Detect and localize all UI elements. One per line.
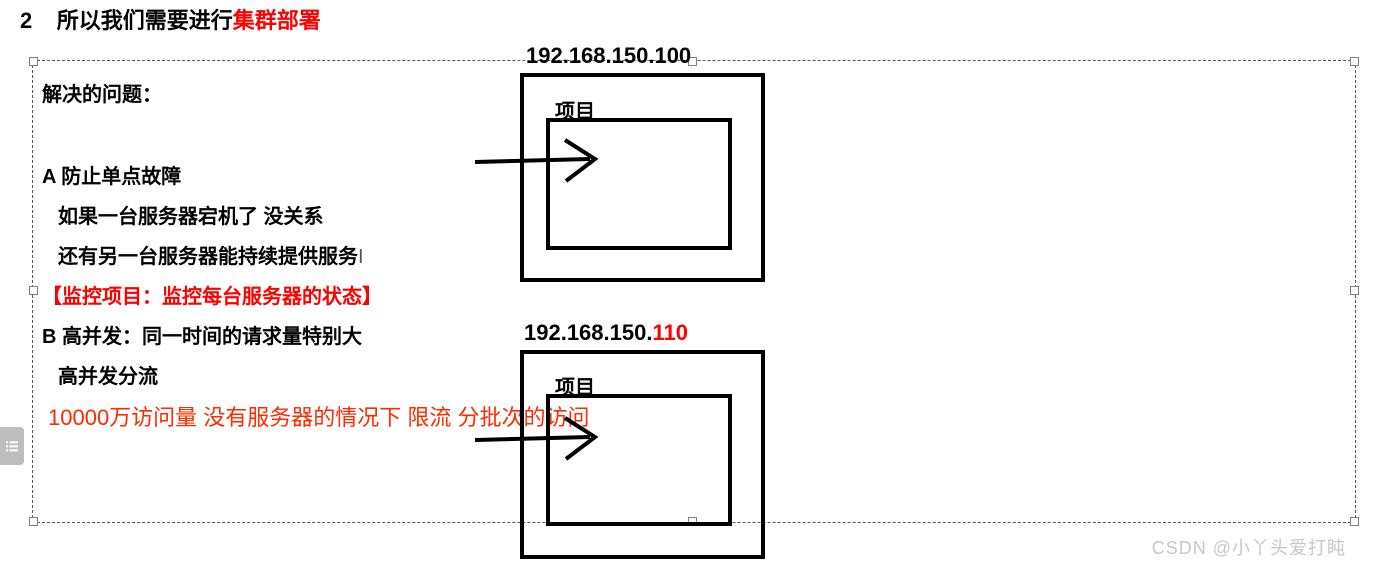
server2-ip-red: 110 <box>652 320 688 345</box>
monitor-red: 【监控项目：监控每台服务器的状态】 <box>42 286 382 308</box>
section-heading: 2 所以我们需要进行集群部署 <box>20 3 321 35</box>
heading-text: 所以我们需要进行 <box>57 8 233 33</box>
text-B: B 高并发：同一时间的请求量特别大 <box>42 320 362 349</box>
server1-ip: 192.168.150.100 <box>526 43 691 69</box>
heading-number: 2 <box>20 8 32 33</box>
server1-label: 项目 <box>555 95 595 124</box>
text-monitor: 【监控项目：监控每台服务器的状态】 <box>42 280 382 309</box>
text-A2: 还有另一台服务器能持续提供服务 I <box>58 240 364 269</box>
server2-ip: 192.168.150.110 <box>524 320 688 346</box>
side-outline-tab[interactable] <box>0 427 24 465</box>
text-solve: 解决的问题： <box>42 78 162 107</box>
text-B1: 高并发分流 <box>58 360 158 389</box>
text-A2-content: 还有另一台服务器能持续提供服务 <box>58 246 358 268</box>
heading-highlight: 集群部署 <box>233 8 321 33</box>
watermark-name: 小丫头爱打盹 <box>1232 538 1346 558</box>
watermark-at: @ <box>1213 538 1232 558</box>
server2-ip-black: 192.168.150. <box>524 320 652 345</box>
server2-label: 项目 <box>555 371 595 400</box>
outline-icon <box>4 438 20 454</box>
text-cursor: I <box>358 246 364 269</box>
text-A: A 防止单点故障 <box>42 160 181 189</box>
watermark-prefix: CSDN <box>1152 538 1213 558</box>
watermark: CSDN @小丫头爱打盹 <box>1152 534 1346 560</box>
arrow-to-server1 <box>470 134 620 194</box>
arrow-to-server2 <box>470 412 620 472</box>
text-A1: 如果一台服务器宕机了 没关系 <box>58 200 324 229</box>
